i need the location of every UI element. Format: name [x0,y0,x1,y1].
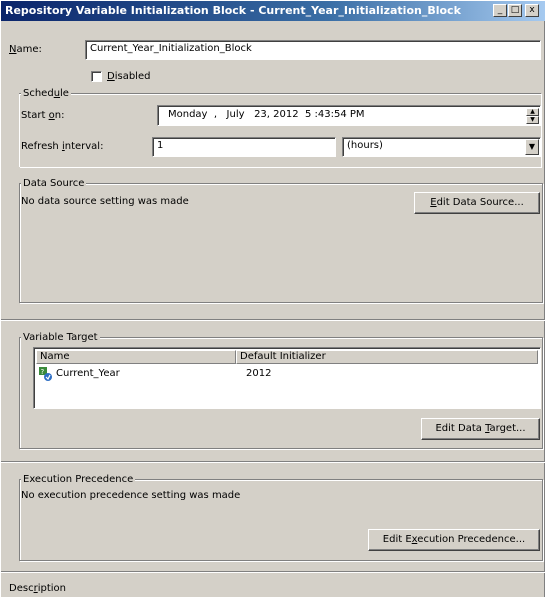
svg-text:?: ? [41,368,45,376]
chevron-down-icon[interactable]: ▼ [525,139,539,155]
start-datetime-value: Monday , July 23, 2012 5 :43:54 PM [168,109,365,120]
spin-up-icon[interactable]: ▲ [526,108,539,116]
table-row[interactable]: ? Current_Year 2012 [38,366,538,382]
window-title: Repository Variable Initialization Block… [5,4,461,17]
refresh-interval-label: Refresh interval: [21,141,104,152]
edit-execution-precedence-button[interactable]: Edit Execution Precedence... [368,529,540,551]
separator [1,461,545,463]
maximize-button[interactable]: □ [508,4,522,17]
refresh-unit-select[interactable]: (hours) ▼ [342,137,541,157]
name-input[interactable]: Current_Year_Initialization_Block [85,40,541,60]
column-header-name[interactable]: Name [36,350,236,364]
close-button[interactable]: x [525,4,539,17]
edit-data-source-button[interactable]: Edit Data Source... [414,192,540,214]
column-header-default-initializer[interactable]: Default Initializer [236,350,538,364]
spin-down-icon[interactable]: ▼ [526,116,539,124]
refresh-unit-value: (hours) [347,140,383,151]
start-on-label: Start on: [21,110,65,121]
variable-icon: ? [39,367,52,381]
dialog-window: Repository Variable Initialization Block… [0,0,545,597]
title-bar[interactable]: Repository Variable Initialization Block… [1,1,545,21]
variable-name: Current_Year [56,368,120,379]
edit-data-target-button[interactable]: Edit Data Target... [421,418,540,440]
minimize-button[interactable]: _ [493,4,507,17]
data-source-group-title: Data Source [21,178,87,189]
separator [1,571,545,573]
disabled-checkbox[interactable] [91,71,102,82]
variable-initializer: 2012 [246,368,272,379]
disabled-label: Disabled [107,71,151,82]
variable-target-list[interactable]: Name Default Initializer ? Current_Year … [33,347,541,409]
execution-precedence-message: No execution precedence setting was made [21,490,241,501]
variable-target-group-title: Variable Target [21,332,100,343]
schedule-group-title: Schedule [21,88,71,99]
start-datetime-picker[interactable]: Monday , July 23, 2012 5 :43:54 PM ▲ ▼ [157,105,541,126]
description-label: Description [9,583,66,594]
name-label: Name: [9,44,42,55]
refresh-interval-input[interactable]: 1 [152,137,336,157]
separator [1,319,545,321]
data-source-message: No data source setting was made [21,196,189,207]
execution-precedence-group-title: Execution Precedence [21,474,136,485]
